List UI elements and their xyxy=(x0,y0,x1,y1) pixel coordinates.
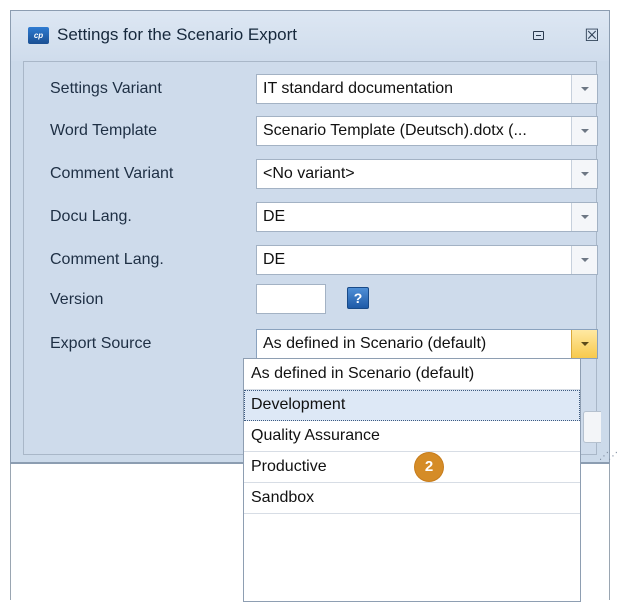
list-item[interactable]: Productive xyxy=(244,452,580,483)
word-template-value: Scenario Template (Deutsch).dotx (... xyxy=(263,122,527,139)
docu-lang-value: DE xyxy=(263,208,286,225)
comment-lang-value: DE xyxy=(263,251,286,268)
partially-hidden-button[interactable] xyxy=(583,411,601,443)
option-label: Productive xyxy=(251,458,327,475)
step-callout-badge: 2 xyxy=(415,453,443,481)
chevron-down-icon[interactable] xyxy=(571,246,597,274)
option-label: Sandbox xyxy=(251,489,315,506)
dialog-title: Settings for the Scenario Export xyxy=(57,25,298,44)
option-label: Quality Assurance xyxy=(251,427,380,444)
comment-variant-value: <No variant> xyxy=(263,165,355,182)
version-label: Version xyxy=(50,291,104,308)
option-label: Development xyxy=(251,396,346,413)
export-source-dropdown-list: As defined in Scenario (default) Develop… xyxy=(243,358,581,602)
option-label: As defined in Scenario (default) xyxy=(251,365,475,382)
docu-lang-combo[interactable]: DE xyxy=(256,202,598,232)
comment-lang-label: Comment Lang. xyxy=(50,251,164,268)
list-item[interactable]: As defined in Scenario (default) xyxy=(244,359,580,390)
close-icon[interactable]: ☒ xyxy=(581,25,603,47)
version-input[interactable] xyxy=(256,284,326,314)
word-template-label: Word Template xyxy=(50,122,158,139)
app-logo-icon: cp xyxy=(28,27,49,44)
comment-variant-label: Comment Variant xyxy=(50,165,174,182)
settings-variant-value: IT standard documentation xyxy=(263,80,454,97)
title-bar: cp Settings for the Scenario Export ☒ xyxy=(11,11,609,61)
export-source-value: As defined in Scenario (default) xyxy=(263,335,487,352)
chevron-down-icon[interactable] xyxy=(571,160,597,188)
export-source-combo[interactable]: As defined in Scenario (default) xyxy=(256,329,598,359)
chevron-down-icon[interactable] xyxy=(571,330,597,358)
settings-variant-combo[interactable]: IT standard documentation xyxy=(256,74,598,104)
export-source-label: Export Source xyxy=(50,335,152,352)
restore-icon-bar xyxy=(536,35,541,36)
docu-lang-label: Docu Lang. xyxy=(50,208,132,225)
resize-grip-icon[interactable]: ⋰⋰ xyxy=(599,451,618,462)
chevron-down-icon[interactable] xyxy=(571,203,597,231)
help-icon[interactable]: ? xyxy=(347,287,369,309)
chevron-down-icon[interactable] xyxy=(571,75,597,103)
list-item[interactable]: Sandbox xyxy=(244,483,580,514)
comment-lang-combo[interactable]: DE xyxy=(256,245,598,275)
list-item[interactable]: Quality Assurance xyxy=(244,421,580,452)
chevron-down-icon[interactable] xyxy=(571,117,597,145)
comment-variant-combo[interactable]: <No variant> xyxy=(256,159,598,189)
list-item-highlighted[interactable]: Development xyxy=(244,390,580,421)
word-template-combo[interactable]: Scenario Template (Deutsch).dotx (... xyxy=(256,116,598,146)
restore-icon[interactable] xyxy=(528,25,550,47)
settings-variant-label: Settings Variant xyxy=(50,80,162,97)
